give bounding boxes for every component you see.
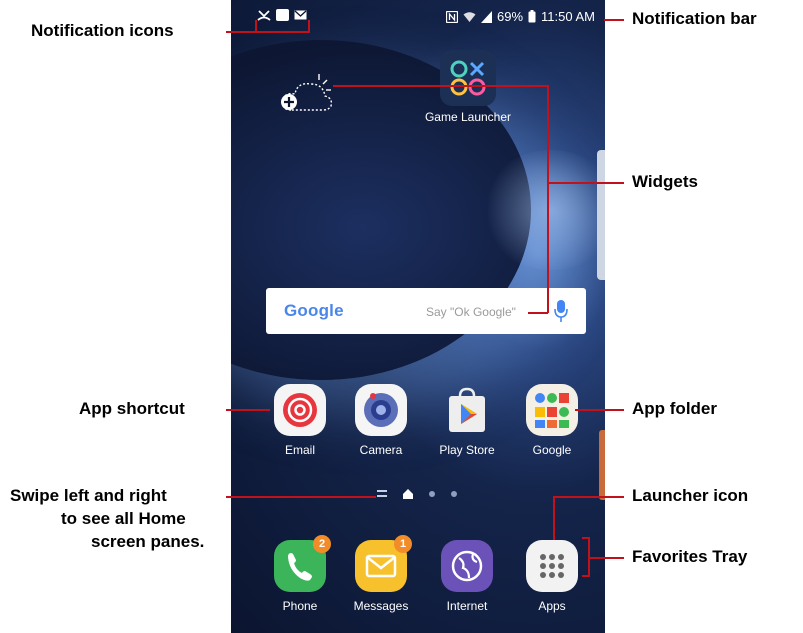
google-logo: Google — [284, 301, 344, 321]
page-dot — [451, 491, 457, 497]
messages-icon: 1 — [355, 535, 412, 592]
phone-icon: 2 — [274, 535, 331, 592]
app-phone[interactable]: 2 Phone — [260, 535, 340, 613]
annotation-line-widgets — [547, 182, 624, 184]
annotation-line-app-folder — [575, 409, 624, 411]
app-messages[interactable]: 1 Messages — [341, 535, 421, 613]
annotation-line-favorites-tray — [590, 557, 624, 559]
annotation-line-favorites-tray — [582, 575, 590, 577]
app-play-store[interactable]: Play Store — [427, 384, 507, 457]
page-indicator[interactable] — [377, 489, 457, 499]
mail-notification-icon — [294, 10, 307, 20]
google-folder-icon — [526, 384, 578, 436]
app-folder-google[interactable]: Google — [512, 384, 592, 457]
globe-icon — [451, 550, 483, 582]
phone-badge: 2 — [313, 535, 331, 553]
app-email[interactable]: Email — [260, 384, 340, 457]
nfc-icon — [446, 10, 458, 23]
label-swipe-line-3: screen panes. — [91, 532, 205, 551]
annotation-line-notification-bar — [604, 19, 624, 21]
notification-icons — [257, 9, 307, 22]
page-dot — [429, 491, 435, 497]
camera-icon — [355, 384, 407, 436]
annotation-line-notification-icons-bracket — [308, 20, 310, 33]
play-store-icon — [441, 384, 493, 436]
wifi-icon — [463, 11, 476, 22]
edge-panel-handle-secondary[interactable] — [599, 430, 605, 500]
clock: 11:50 AM — [541, 9, 595, 24]
annotation-line-favorites-tray — [582, 537, 590, 539]
app-label: Email — [284, 443, 315, 457]
label-notification-bar: Notification bar — [632, 9, 757, 28]
annotation-line-widgets — [333, 85, 548, 87]
label-favorites-tray: Favorites Tray — [632, 547, 748, 566]
battery-icon — [528, 10, 536, 23]
home-page-icon — [403, 489, 413, 499]
annotation-line-widgets — [528, 312, 548, 314]
folder-app-grid-icon — [535, 393, 569, 428]
search-hint: Say "Ok Google" — [426, 305, 516, 319]
signal-icon — [481, 10, 492, 23]
google-logo-text: Google — [284, 301, 344, 320]
play-store-bag-icon — [449, 387, 485, 432]
label-widgets: Widgets — [632, 172, 698, 191]
edge-panel-handle[interactable] — [597, 150, 605, 280]
label-swipe-line-2: to see all Home — [61, 509, 186, 528]
email-icon — [274, 384, 326, 436]
label-launcher-icon: Launcher icon — [632, 486, 749, 505]
game-launcher-widget[interactable] — [440, 50, 496, 106]
app-launcher[interactable]: Apps — [512, 540, 592, 613]
game-launcher-icon — [450, 60, 486, 96]
app-label: Camera — [359, 443, 403, 457]
launcher-dots-icon — [540, 554, 564, 578]
annotation-line-notification-icons-bracket — [255, 20, 257, 33]
app-label: Internet — [446, 599, 488, 613]
app-label: Phone — [282, 599, 318, 613]
annotation-line-app-shortcut — [226, 409, 270, 411]
app-label: Google — [532, 443, 572, 457]
annotation-line-launcher-icon — [553, 496, 555, 540]
status-indicators: 69% 11:50 AM — [446, 9, 595, 24]
weather-widget-icon[interactable] — [279, 72, 335, 118]
missed-call-icon — [257, 10, 271, 21]
label-notification-icons: Notification icons — [31, 21, 174, 40]
apps-grid-icon — [526, 540, 578, 592]
email-at-symbol-icon — [283, 393, 317, 427]
app-internet[interactable]: Internet — [427, 540, 507, 613]
battery-percent: 69% — [497, 9, 524, 24]
annotation-line-launcher-icon — [553, 496, 624, 498]
google-search-widget[interactable]: Google Say "Ok Google" — [266, 288, 586, 334]
internet-icon — [441, 540, 493, 592]
gallery-notification-icon — [276, 9, 289, 21]
camera-lens-icon — [364, 393, 398, 427]
app-camera[interactable]: Camera — [341, 384, 421, 457]
app-label: Play Store — [439, 443, 495, 457]
annotation-line-widgets — [547, 85, 549, 313]
label-app-folder: App folder — [632, 399, 717, 418]
app-label: Apps — [538, 599, 566, 613]
microphone-icon[interactable] — [554, 299, 568, 323]
annotation-line-swipe — [226, 496, 376, 498]
app-label: Messages — [353, 599, 409, 613]
label-swipe-line-1: Swipe left and right — [10, 486, 167, 505]
annotation-line-notification-icons — [226, 31, 310, 33]
messages-badge: 1 — [394, 535, 412, 553]
menu-lines-icon — [377, 490, 387, 497]
label-app-shortcut: App shortcut — [79, 399, 185, 418]
game-launcher-label: Game Launcher — [424, 110, 512, 124]
